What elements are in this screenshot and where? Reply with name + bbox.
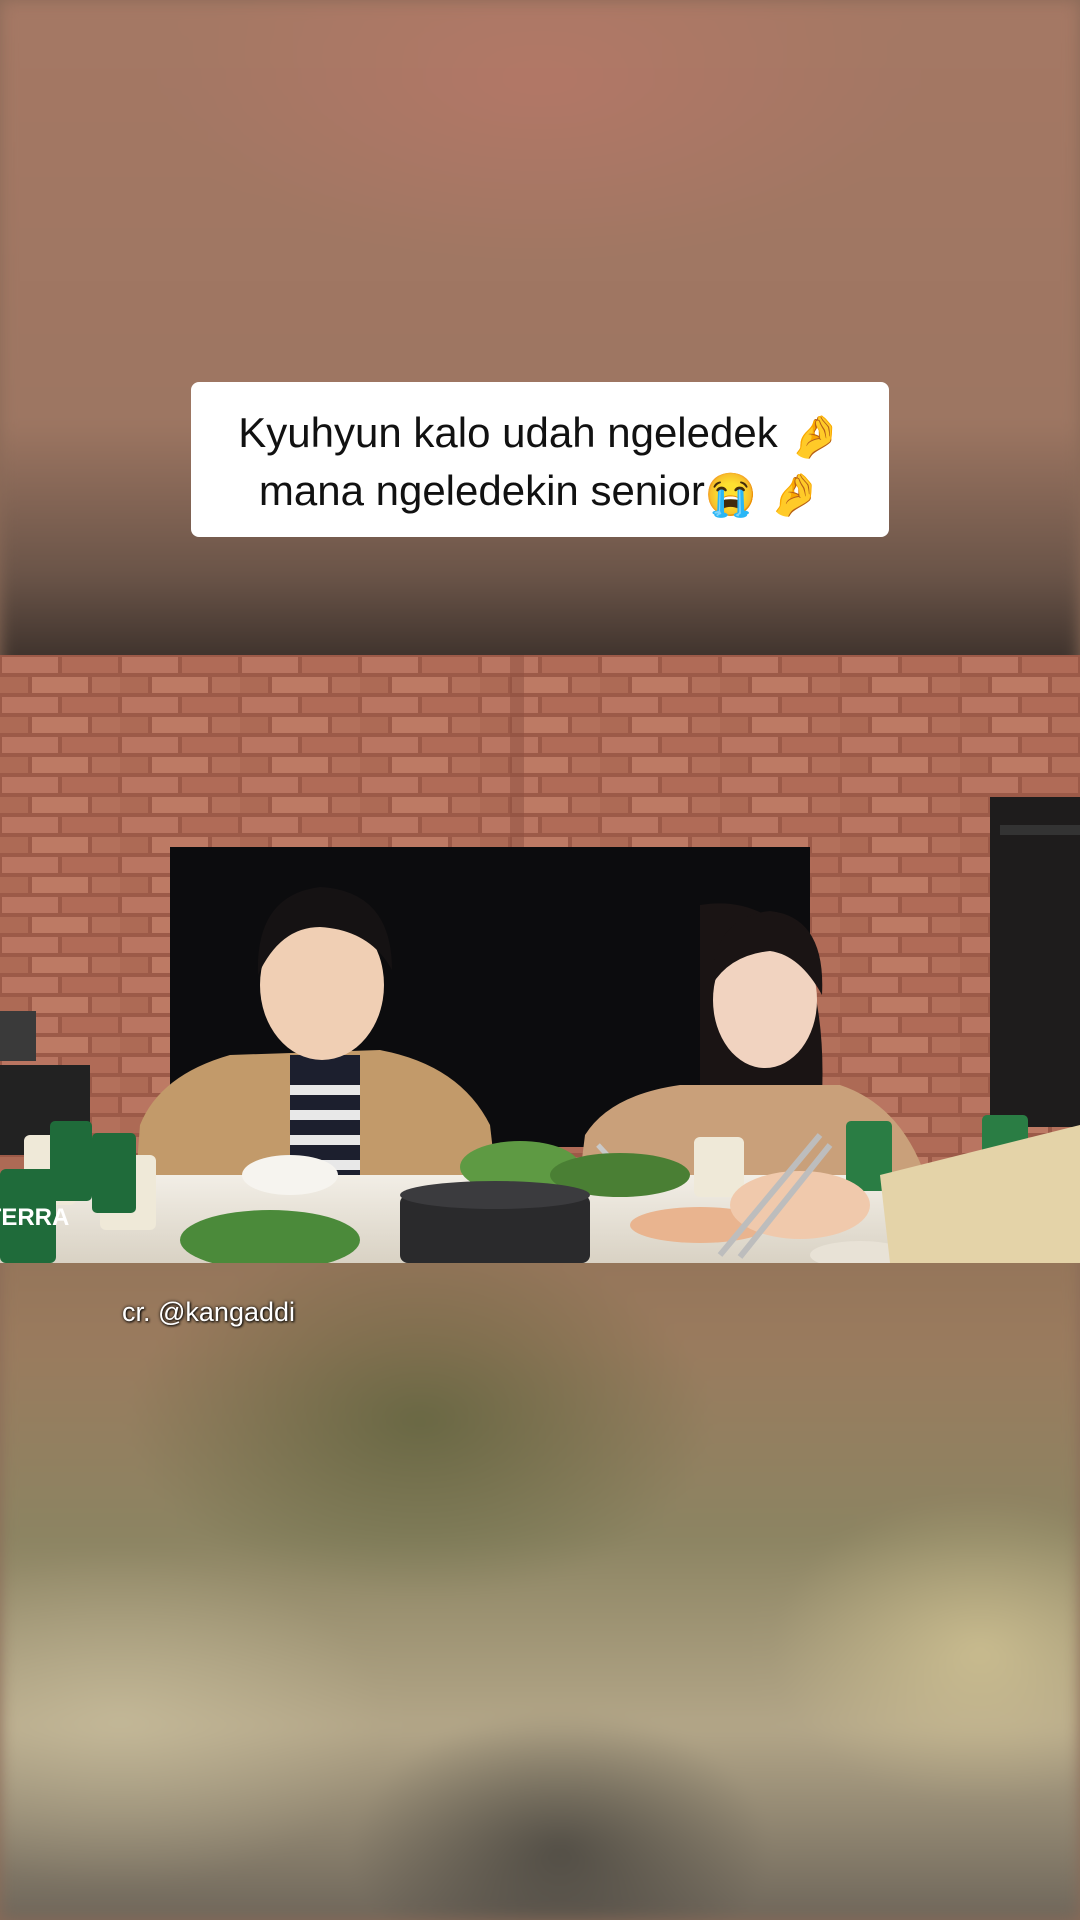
caption-box: Kyuhyun kalo udah ngeledek 🤌 mana ngeled… [191,382,889,537]
caption-line-2-text: mana ngeledekin senior [258,467,705,514]
can-label: TERRA [0,1204,69,1231]
caption-line-1-text: Kyuhyun kalo udah ngeledek [238,409,778,456]
caption-line-1: Kyuhyun kalo udah ngeledek 🤌 [207,404,873,462]
pinched-fingers-emoji-2: 🤌 [768,471,822,518]
dark-shelf [990,797,1080,1127]
credit-text: cr. @kangaddi [122,1297,296,1327]
video-frame[interactable]: TERRA [0,655,1080,1263]
video-scene: TERRA [0,655,1080,1263]
video-post-screen: Kyuhyun kalo udah ngeledek 🤌 mana ngeled… [0,0,1080,1920]
pinched-fingers-emoji: 🤌 [789,413,842,460]
caption-line-2: mana ngeledekin senior😭 🤌 [207,462,873,520]
crying-face-emoji: 😭 [704,471,758,518]
